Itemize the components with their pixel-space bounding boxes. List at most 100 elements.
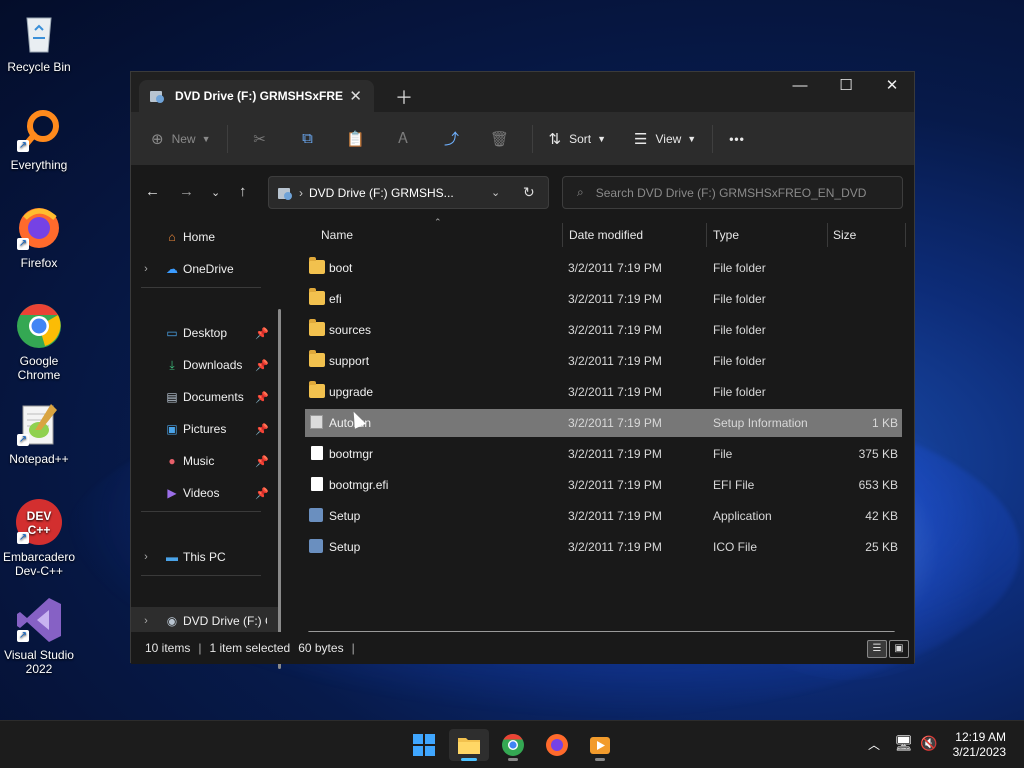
sidebar-item-this-pc[interactable]: › ▬ This PC	[131, 543, 281, 571]
cut-icon[interactable]: ✂	[236, 130, 284, 148]
column-divider[interactable]	[562, 223, 563, 247]
file-row[interactable]: support 3/2/2011 7:19 PM File folder	[305, 347, 902, 375]
recent-locations-chevron-icon[interactable]: ⌄	[211, 186, 220, 199]
minimize-button[interactable]: —	[777, 72, 823, 102]
pin-icon[interactable]: 📌	[255, 423, 269, 436]
file-row[interactable]: Setup 3/2/2011 7:19 PM ICO File 25 KB	[305, 533, 902, 561]
taskbar-chrome[interactable]	[493, 729, 533, 761]
network-icon[interactable]: 🖥	[894, 734, 913, 752]
file-size: 375 KB	[858, 447, 898, 461]
desktop-icon-chrome[interactable]: Google Chrome	[2, 302, 76, 382]
sidebar-item-label: Home	[183, 230, 216, 244]
file-type: Setup Information	[713, 416, 808, 430]
show-hidden-icons-chevron-icon[interactable]: ︿	[868, 736, 880, 753]
sidebar-scrollbar[interactable]	[278, 309, 281, 669]
dvd-drive-icon: ◉	[166, 614, 178, 628]
taskbar-file-explorer[interactable]	[449, 729, 489, 761]
folder-icon	[309, 319, 325, 336]
tab-dvd-drive[interactable]: DVD Drive (F:) GRMSHSxFREO_EN_DVD ✕	[139, 80, 374, 112]
sort-button[interactable]: ⇅ Sort ▼	[549, 130, 607, 148]
close-tab-icon[interactable]: ✕	[349, 87, 362, 105]
file-row[interactable]: upgrade 3/2/2011 7:19 PM File folder	[305, 378, 902, 406]
desktop-icon-notepadpp[interactable]: ↗ Notepad++	[2, 400, 76, 466]
file-row[interactable]: Setup 3/2/2011 7:19 PM Application 42 KB	[305, 502, 902, 530]
volume-muted-icon[interactable]: 🔇	[920, 735, 937, 752]
sidebar-item-label: Downloads	[183, 358, 243, 372]
share-icon[interactable]: ⤴	[428, 128, 476, 149]
svg-text:DEV: DEV	[27, 509, 52, 523]
pin-icon[interactable]: 📌	[255, 327, 269, 340]
pin-icon[interactable]: 📌	[255, 359, 269, 372]
column-divider[interactable]	[706, 223, 707, 247]
taskbar-firefox[interactable]	[537, 729, 577, 761]
back-arrow-icon[interactable]: ←	[145, 183, 160, 200]
start-button[interactable]	[404, 729, 444, 761]
column-divider[interactable]	[905, 223, 906, 247]
pin-icon[interactable]: 📌	[255, 487, 269, 500]
file-size: 653 KB	[858, 478, 898, 492]
file-date: 3/2/2011 7:19 PM	[568, 478, 662, 492]
file-name: support	[329, 354, 370, 368]
desktop-icon-devcpp[interactable]: DEV C++ ↗ Embarcadero Dev-C++	[2, 498, 76, 578]
desktop-icon-label: Visual Studio 2022	[4, 648, 74, 676]
taskbar-media-app[interactable]	[580, 729, 620, 761]
expand-chevron-icon[interactable]: ›	[131, 263, 161, 275]
column-header-size[interactable]: Size	[833, 219, 856, 251]
setup-info-icon	[310, 415, 323, 429]
recycle-bin-icon	[15, 8, 63, 56]
up-arrow-icon[interactable]: ↑	[239, 183, 247, 200]
refresh-icon[interactable]: ↻	[523, 184, 535, 201]
desktop-icon-visual-studio[interactable]: ↗ Visual Studio 2022	[2, 596, 76, 676]
dvd-drive-icon	[150, 91, 164, 103]
file-type: EFI File	[713, 478, 755, 492]
file-row[interactable]: bootmgr.efi 3/2/2011 7:19 PM EFI File 653 K…	[305, 471, 902, 499]
delete-icon[interactable]: 🗑	[476, 130, 524, 148]
column-header-name[interactable]: Name	[321, 219, 353, 251]
pin-icon[interactable]: 📌	[255, 391, 269, 404]
sidebar-item-onedrive[interactable]: › ☁ OneDrive	[131, 255, 281, 283]
details-view-icon[interactable]: ☰	[867, 640, 887, 658]
sidebar-item-videos[interactable]: ▶ Videos 📌	[131, 479, 281, 507]
sidebar-item-downloads[interactable]: ⤓ Downloads 📌	[131, 351, 281, 379]
desktop-icon-everything[interactable]: ↗ Everything	[2, 106, 76, 172]
pin-icon[interactable]: 📌	[255, 455, 269, 468]
view-button[interactable]: ☰ View ▼	[634, 130, 696, 148]
more-options-button[interactable]: •••	[729, 132, 745, 146]
sidebar-item-dvd-drive[interactable]: › ◉ DVD Drive (F:) G	[131, 607, 281, 635]
sidebar-item-home[interactable]: ⌂ Home	[131, 223, 281, 251]
sidebar-item-music[interactable]: ● Music 📌	[131, 447, 281, 475]
file-row[interactable]: bootmgr 3/2/2011 7:19 PM File 375 KB	[305, 440, 902, 468]
search-input[interactable]: ⌕ Search DVD Drive (F:) GRMSHSxFREO_EN_D…	[562, 176, 903, 209]
sidebar-item-documents[interactable]: ▤ Documents 📌	[131, 383, 281, 411]
expand-chevron-icon[interactable]: ›	[131, 615, 161, 627]
new-tab-icon[interactable]: ＋	[395, 84, 413, 110]
chevron-down-icon: ▼	[687, 133, 697, 144]
paste-icon[interactable]: 📋	[332, 130, 380, 148]
folder-icon	[309, 350, 325, 367]
address-dropdown-icon[interactable]: ⌄	[491, 186, 500, 199]
close-window-button[interactable]: ✕	[869, 72, 915, 102]
sidebar-item-pictures[interactable]: ▣ Pictures 📌	[131, 415, 281, 443]
file-row[interactable]: sources 3/2/2011 7:19 PM File folder	[305, 316, 902, 344]
running-indicator	[461, 758, 477, 761]
expand-chevron-icon[interactable]: ›	[131, 551, 161, 563]
desktop-icon-firefox[interactable]: ↗ Firefox	[2, 204, 76, 270]
file-row[interactable]: boot 3/2/2011 7:19 PM File folder	[305, 254, 902, 282]
rename-icon[interactable]: Ꭺ	[380, 130, 428, 147]
large-icons-view-icon[interactable]: ▣	[889, 640, 909, 658]
address-bar[interactable]: › DVD Drive (F:) GRMSHS... ⌄ ↻	[268, 176, 549, 209]
sidebar-item-desktop[interactable]: ▭ Desktop 📌	[131, 319, 281, 347]
windows-logo-icon	[413, 734, 435, 756]
column-header-type[interactable]: Type	[713, 219, 739, 251]
file-row[interactable]: Autorun 3/2/2011 7:19 PM Setup Information…	[305, 409, 902, 437]
maximize-button[interactable]: ☐	[823, 72, 869, 102]
forward-arrow-icon[interactable]: →	[179, 183, 194, 200]
column-divider[interactable]	[827, 223, 828, 247]
desktop-icon-recycle-bin[interactable]: Recycle Bin	[2, 8, 76, 74]
system-clock[interactable]: 12:19 AM 3/21/2023	[953, 730, 1006, 760]
file-row[interactable]: efi 3/2/2011 7:19 PM File folder	[305, 285, 902, 313]
column-header-date[interactable]: Date modified	[569, 219, 643, 251]
copy-icon[interactable]: ⧉	[284, 130, 332, 147]
notepadpp-icon: ↗	[15, 400, 63, 448]
new-button[interactable]: ⊕ New ▼	[151, 130, 211, 148]
